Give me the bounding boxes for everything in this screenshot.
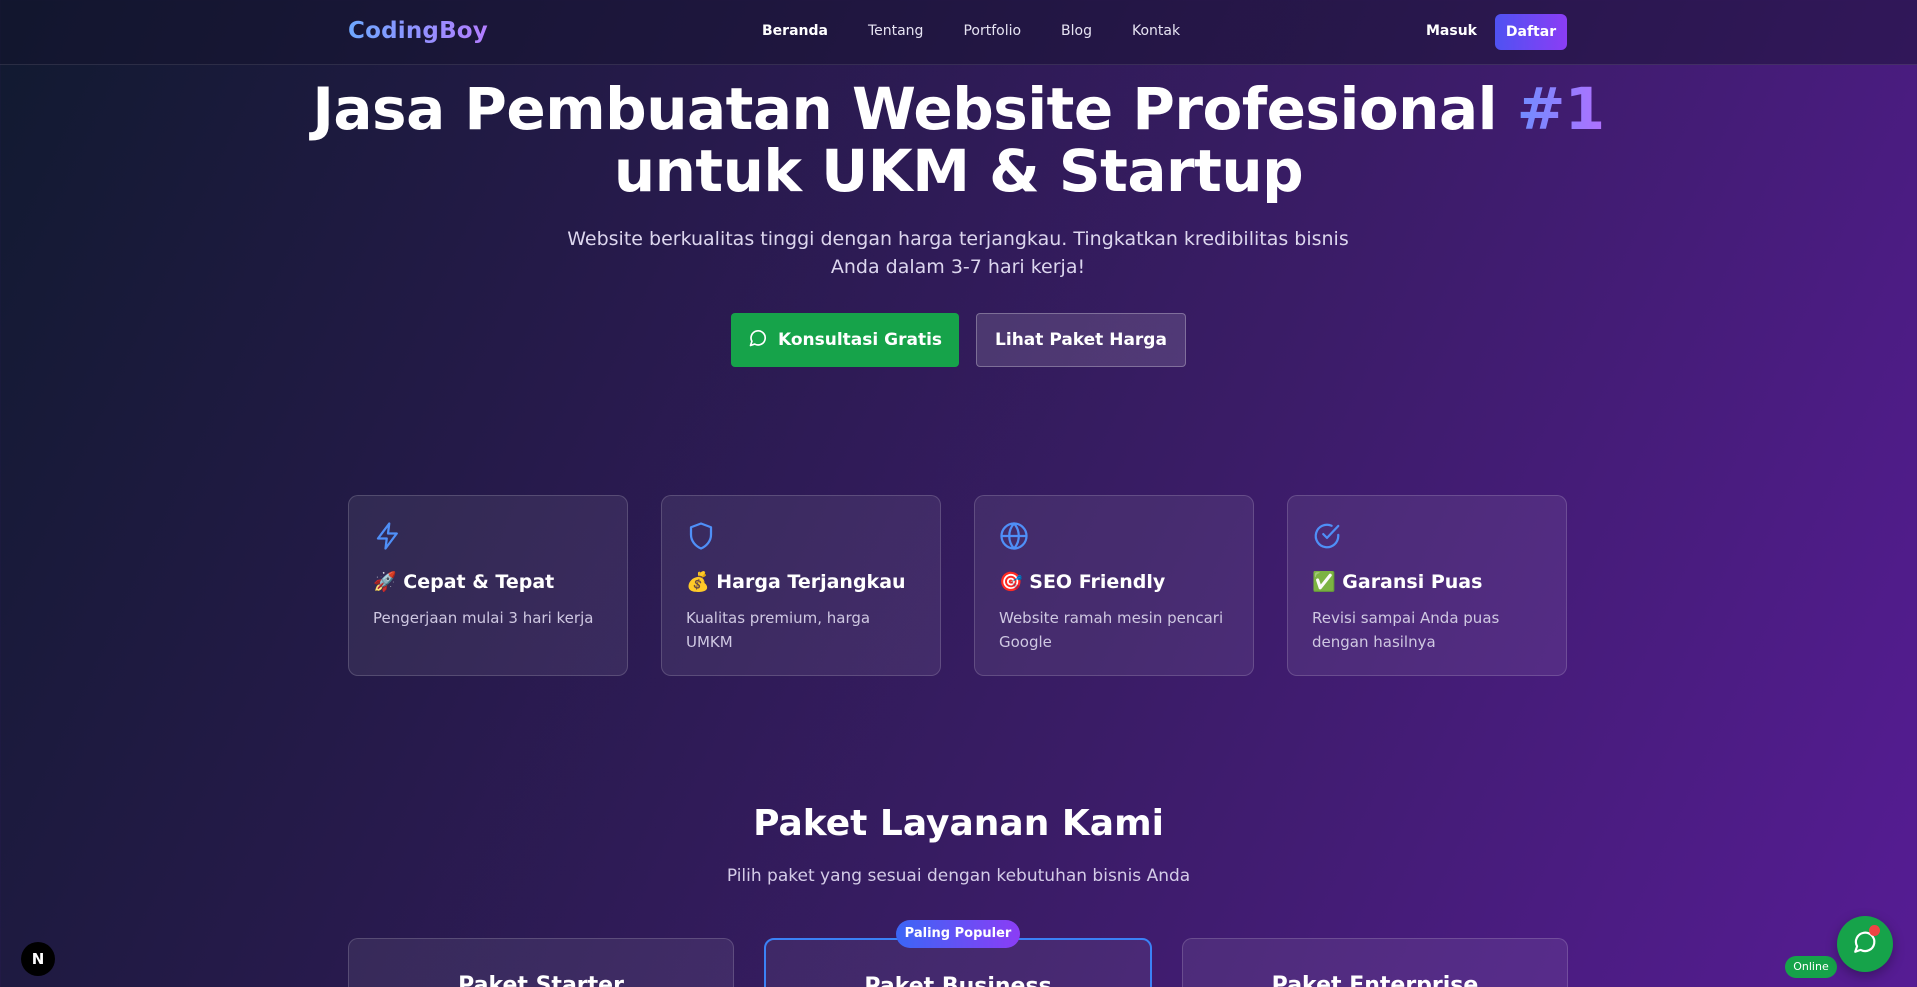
feature-card: 💰 Harga Terjangkau Kualitas premium, har… [661, 495, 941, 676]
package-name: Paket Business [864, 974, 1052, 987]
hero-title: Jasa Pembuatan Website Profesional #1 un… [0, 78, 1917, 202]
logo[interactable]: CodingBoy [348, 18, 488, 44]
feature-title: 🎯 SEO Friendly [999, 571, 1166, 593]
hero-title-line1: Jasa Pembuatan Website Profesional [312, 75, 1497, 143]
globe-icon [999, 521, 1029, 551]
lightning-icon [373, 521, 403, 551]
package-name: Paket Enterprise [1271, 973, 1479, 987]
feature-desc: Website ramah mesin pencari Google [999, 609, 1224, 651]
nextjs-badge[interactable]: N [21, 942, 55, 976]
consult-button-label: Konsultasi Gratis [777, 330, 943, 350]
nav-link-portfolio[interactable]: Portfolio [963, 23, 1021, 39]
consult-button[interactable]: Konsultasi Gratis [731, 313, 959, 367]
section-subtitle: Pilih paket yang sesuai dengan kebutuhan… [726, 866, 1191, 886]
check-circle-icon [1312, 521, 1342, 551]
online-badge: Online [1785, 956, 1837, 978]
nav-link-tentang[interactable]: Tentang [868, 23, 924, 39]
package-name: Paket Starter [458, 973, 624, 987]
nav-links: Beranda Tentang Portfolio Blog Kontak [762, 23, 1220, 39]
feature-desc: Kualitas premium, harga UMKM [686, 609, 871, 651]
chat-icon [748, 328, 768, 353]
shield-icon [686, 521, 716, 551]
register-button[interactable]: Daftar [1495, 14, 1567, 50]
feature-desc: Revisi sampai Anda puas dengan hasilnya [1312, 609, 1500, 651]
feature-card: ✅ Garansi Puas Revisi sampai Anda puas d… [1287, 495, 1567, 676]
hero-title-accent: #1 [1516, 75, 1605, 143]
popular-badge: Paling Populer [896, 920, 1020, 948]
view-pricing-button[interactable]: Lihat Paket Harga [976, 313, 1186, 367]
feature-desc: Pengerjaan mulai 3 hari kerja [373, 609, 594, 627]
feature-card: 🎯 SEO Friendly Website ramah mesin penca… [974, 495, 1254, 676]
feature-card: 🚀 Cepat & Tepat Pengerjaan mulai 3 hari … [348, 495, 628, 676]
notification-dot [1869, 925, 1880, 936]
feature-title: 🚀 Cepat & Tepat [373, 571, 555, 593]
nav-link-blog[interactable]: Blog [1061, 23, 1092, 39]
feature-title: 💰 Harga Terjangkau [686, 571, 906, 593]
nav-link-beranda[interactable]: Beranda [762, 23, 828, 39]
nav-link-kontak[interactable]: Kontak [1132, 23, 1180, 39]
whatsapp-chat-button[interactable] [1837, 916, 1893, 972]
feature-title: ✅ Garansi Puas [1312, 571, 1483, 593]
section-title: Paket Layanan Kami [753, 803, 1164, 844]
login-link[interactable]: Masuk [1426, 23, 1477, 39]
hero-title-line2: untuk UKM & Startup [613, 137, 1304, 205]
package-card-starter[interactable]: Paket Starter [348, 938, 734, 987]
hero-subtitle: Website berkualitas tinggi dengan harga … [567, 228, 1349, 278]
navbar: CodingBoy Beranda Tentang Portfolio Blog… [0, 0, 1917, 65]
package-card-enterprise[interactable]: Paket Enterprise [1182, 938, 1568, 987]
